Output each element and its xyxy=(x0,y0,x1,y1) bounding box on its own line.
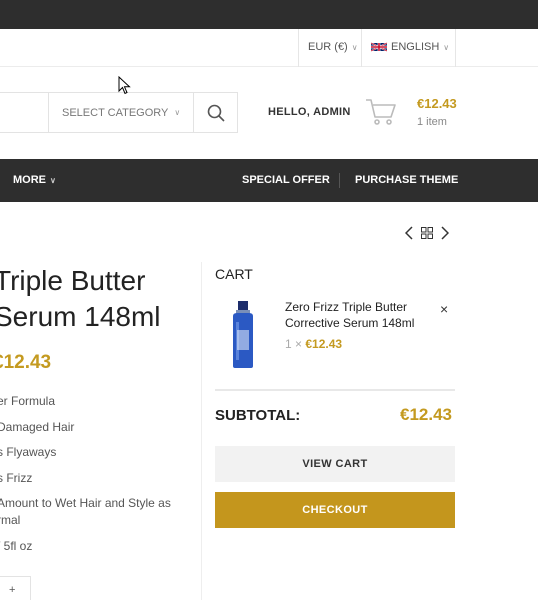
divider xyxy=(298,29,299,67)
search-button[interactable] xyxy=(193,93,237,132)
subtotal-value: €12.43 xyxy=(400,405,452,424)
currency-switcher[interactable]: EUR (€) ∨ xyxy=(308,41,358,53)
product-title: Triple Butter Serum 148ml xyxy=(0,263,189,335)
grid-icon xyxy=(421,227,433,239)
currency-label: EUR (€) xyxy=(308,41,348,53)
cursor-icon xyxy=(118,76,131,95)
gb-flag-icon xyxy=(371,42,387,52)
subtotal-label: SUBTOTAL: xyxy=(215,407,301,424)
feature-item: s Flyaways xyxy=(0,445,57,459)
chevron-down-icon: ∨ xyxy=(174,108,181,117)
divider xyxy=(339,173,340,188)
header-cart-count: 1 item xyxy=(417,116,447,128)
product-price: €12.43 xyxy=(0,352,52,373)
remove-item-button[interactable]: × xyxy=(440,301,448,317)
search-input[interactable] xyxy=(0,93,48,132)
arrow-left-icon xyxy=(405,226,413,240)
chevron-down-icon: ∨ xyxy=(351,43,358,52)
feature-item: s Frizz xyxy=(0,470,33,485)
header-cart-total[interactable]: €12.43 xyxy=(417,96,457,111)
cart-item-qty: 1 × xyxy=(285,337,303,351)
quantity-increase-button[interactable]: + xyxy=(9,584,15,596)
main-nav: MORE ∨ SPECIAL OFFER PURCHASE THEME xyxy=(0,159,538,202)
chevron-down-icon: ∨ xyxy=(443,42,450,52)
next-product-button[interactable] xyxy=(441,226,449,240)
chevron-down-icon: ∨ xyxy=(50,176,56,185)
divider xyxy=(455,29,456,67)
nav-item-label: MORE xyxy=(13,174,46,186)
category-select[interactable]: SELECT CATEGORY ∨ xyxy=(48,93,193,132)
language-label: ENGLISH xyxy=(391,41,440,53)
product-navigation xyxy=(405,226,457,240)
nav-item-more[interactable]: MORE ∨ xyxy=(13,174,56,186)
language-switcher[interactable]: ENGLISH ∨ xyxy=(371,41,449,53)
cart-item-price: €12.43 xyxy=(305,337,343,351)
search-form: SELECT CATEGORY ∨ xyxy=(0,92,238,133)
cart-item-thumbnail[interactable] xyxy=(228,300,258,370)
checkout-button[interactable]: CHECKOUT xyxy=(215,492,455,528)
product-title-line: Triple Butter xyxy=(0,265,146,296)
site-header: SELECT CATEGORY ∨ HELLO, ADMIN €12.43 1 i… xyxy=(0,67,538,159)
feature-item: Amount to Wet Hair and Style as xyxy=(0,496,171,510)
category-label: SELECT CATEGORY xyxy=(62,106,169,119)
search-icon xyxy=(207,104,225,122)
previous-product-button[interactable] xyxy=(405,226,413,240)
account-greeting[interactable]: HELLO, ADMIN xyxy=(268,106,351,118)
feature-item: Damaged Hair xyxy=(0,419,75,434)
cart-icon[interactable] xyxy=(365,97,397,127)
nav-item-special-offer[interactable]: SPECIAL OFFER xyxy=(242,174,330,186)
feature-item: rmal xyxy=(0,513,21,527)
divider xyxy=(201,262,202,600)
back-to-products-button[interactable] xyxy=(421,227,433,239)
divider xyxy=(361,29,362,67)
cart-heading: CART xyxy=(215,266,253,282)
arrow-right-icon xyxy=(441,226,449,240)
cart-item-name[interactable]: Zero Frizz Triple Butter Corrective Seru… xyxy=(285,300,435,331)
divider xyxy=(215,389,455,391)
product-features: er Formula Damaged Hair s Flyaways s Fri… xyxy=(0,393,192,563)
nav-item-purchase-theme[interactable]: PURCHASE THEME xyxy=(355,174,458,186)
feature-item: / 5fl oz xyxy=(0,538,33,553)
feature-item: er Formula xyxy=(0,394,56,408)
product-title-line: Serum 148ml xyxy=(0,301,161,332)
top-bar xyxy=(0,0,538,29)
language-bar: EUR (€) ∨ ENGLISH ∨ xyxy=(0,29,538,67)
cart-item-quantity: 1 × €12.43 xyxy=(285,337,342,351)
view-cart-button[interactable]: VIEW CART xyxy=(215,446,455,482)
quantity-stepper xyxy=(0,576,31,600)
